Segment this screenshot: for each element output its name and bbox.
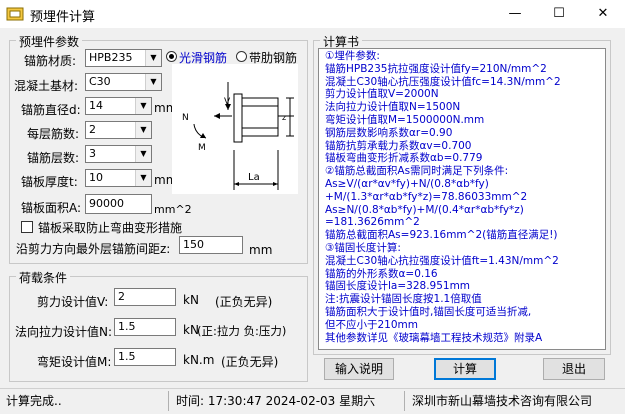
report-line: 锚板弯曲变形折减系数αb=0.779: [325, 152, 483, 165]
shear-unit: kN: [183, 293, 199, 307]
report-line: ①埋件参数:: [325, 50, 380, 62]
loads-group-title: 荷载条件: [16, 269, 71, 286]
report-line: As≥N/(0.8*αb*fy)+M/(0.4*αr*αb*fy*z): [325, 203, 524, 216]
shear-input[interactable]: 2: [114, 288, 176, 306]
plate-area-label: 锚板面积A:: [21, 201, 82, 215]
report-line: 其他参数详见《玻璃幕墙工程技术规范》附录A: [325, 331, 543, 344]
bars-per-layer-label: 每层筋数:: [27, 127, 80, 141]
chevron-down-icon: ▼: [135, 122, 151, 138]
bending-checkbox-label: 锚板采取防止弯曲变形措施: [38, 221, 183, 235]
plate-thickness-label: 锚板厚度t:: [21, 175, 78, 189]
max-spacing-input[interactable]: 150: [179, 236, 243, 254]
bars-per-layer-value: 2: [89, 123, 96, 136]
plate-area-unit: mm^2: [154, 203, 192, 216]
radio-smooth[interactable]: [166, 51, 177, 62]
report-line: ③锚固长度计算:: [325, 242, 401, 254]
embed-diagram-svg: V N M z La: [182, 82, 294, 190]
concrete-value: C30: [89, 75, 111, 88]
rebar-diameter-select[interactable]: 14 ▼: [85, 97, 152, 115]
chevron-down-icon: ▼: [145, 50, 161, 66]
report-line: 注:抗震设计锚固长度按1.1倍取值: [325, 293, 482, 306]
tension-label: 法向拉力设计值N:: [15, 325, 113, 339]
chevron-down-icon: ▼: [135, 170, 151, 186]
concrete-select[interactable]: C30 ▼: [85, 73, 162, 91]
layers-value: 3: [89, 147, 96, 160]
minimize-button[interactable]: —: [493, 0, 537, 28]
layers-select[interactable]: 3 ▼: [85, 145, 152, 163]
max-spacing-unit: mm: [249, 243, 273, 257]
maximize-button[interactable]: ☐: [537, 0, 581, 28]
moment-unit: kN.m: [183, 353, 215, 367]
chevron-down-icon: ▼: [135, 146, 151, 162]
status-company: 深圳市新山幕墙技术咨询有限公司: [412, 394, 593, 408]
exit-button[interactable]: 退出: [543, 358, 605, 380]
close-button[interactable]: ✕: [581, 0, 625, 28]
shear-label: 剪力设计值V:: [37, 295, 109, 309]
report-line: 锚筋的外形系数α=0.16: [325, 267, 438, 280]
max-spacing-label: 沿剪力方向最外层锚筋间距z:: [16, 242, 171, 256]
plate-area-input[interactable]: 90000: [85, 194, 152, 214]
concrete-label: 混凝土基材:: [14, 79, 79, 93]
report-line: 锚筋HPB235抗拉强度设计值fy=210N/mm^2: [325, 62, 547, 75]
report-line: 锚固长度设计la=328.951mm: [325, 280, 471, 293]
rebar-diameter-label: 锚筋直径d:: [21, 103, 81, 117]
plate-thickness-select[interactable]: 10 ▼: [85, 169, 152, 187]
report-line: ②锚筋总截面积As需同时满足下列条件:: [325, 165, 509, 178]
radio-ribbed[interactable]: [236, 51, 247, 62]
tension-input[interactable]: 1.5: [114, 318, 176, 336]
diagram-n-label: N: [182, 113, 189, 123]
app-icon: [6, 7, 24, 21]
report-line: 锚筋抗剪承载力系数αv=0.700: [325, 139, 472, 152]
diagram-z-label: z: [282, 113, 286, 122]
report-textarea[interactable]: ①埋件参数: 锚筋HPB235抗拉强度设计值fy=210N/mm^2 混凝土C3…: [318, 48, 606, 350]
rebar-material-select[interactable]: HPB235 ▼: [85, 49, 162, 67]
report-line: =181.3626mm^2: [325, 216, 420, 229]
report-line: 弯矩设计值取M=1500000N.mm: [325, 114, 485, 126]
report-line: 法向拉力设计值取N=1500N: [325, 101, 461, 114]
moment-input[interactable]: 1.5: [114, 348, 176, 366]
bars-per-layer-select[interactable]: 2 ▼: [85, 121, 152, 139]
moment-note: (正负无异): [221, 355, 279, 369]
window-title: 预埋件计算: [30, 10, 96, 25]
input-help-button[interactable]: 输入说明: [324, 358, 394, 380]
report-line: 锚筋总截面积As=923.16mm^2(锚筋直径满足!): [325, 229, 558, 242]
chevron-down-icon: ▼: [135, 98, 151, 114]
report-line: 锚筋面积大于设计值时,锚固长度可适当折减,: [325, 306, 532, 318]
report-line: 钢筋层数影响系数αr=0.90: [325, 126, 453, 139]
bending-checkbox[interactable]: [21, 221, 33, 233]
moment-label: 弯矩设计值M:: [37, 355, 112, 369]
chevron-down-icon: ▼: [145, 74, 161, 90]
rebar-diameter-value: 14: [89, 99, 103, 112]
params-group-title: 预埋件参数: [16, 33, 83, 50]
report-line: 但不应小于210mm: [325, 318, 418, 331]
shear-note: (正负无异): [215, 295, 273, 309]
plate-thickness-value: 10: [89, 171, 103, 184]
report-line: 混凝土C30轴心抗压强度设计值fc=14.3N/mm^2: [325, 75, 561, 88]
report-line: 混凝土C30轴心抗拉强度设计值ft=1.43N/mm^2: [325, 254, 559, 267]
calculate-button[interactable]: 计算: [434, 358, 496, 380]
embed-diagram: V N M z La: [172, 64, 298, 194]
status-time: 时间: 17:30:47 2024-02-03 星期六: [176, 391, 405, 411]
tension-note: (正:拉力 负:压力): [197, 324, 287, 338]
diagram-m-label: M: [198, 143, 206, 153]
report-line: +M/(1.3*αr*αb*fy*z)=78.86033mm^2: [325, 190, 528, 203]
report-line: As≥V/(αr*αv*fy)+N/(0.8*αb*fy): [325, 178, 489, 190]
report-line: 剪力设计值取V=2000N: [325, 88, 439, 101]
rebar-material-label: 锚筋材质:: [24, 54, 77, 68]
layers-label: 锚筋层数:: [27, 151, 80, 165]
diagram-v-label: V: [224, 97, 231, 107]
rebar-material-value: HPB235: [89, 51, 133, 64]
title-bar: 预埋件计算 — ☐ ✕: [0, 0, 625, 28]
diagram-la-label: La: [248, 172, 260, 183]
status-message: 计算完成..: [6, 391, 169, 411]
